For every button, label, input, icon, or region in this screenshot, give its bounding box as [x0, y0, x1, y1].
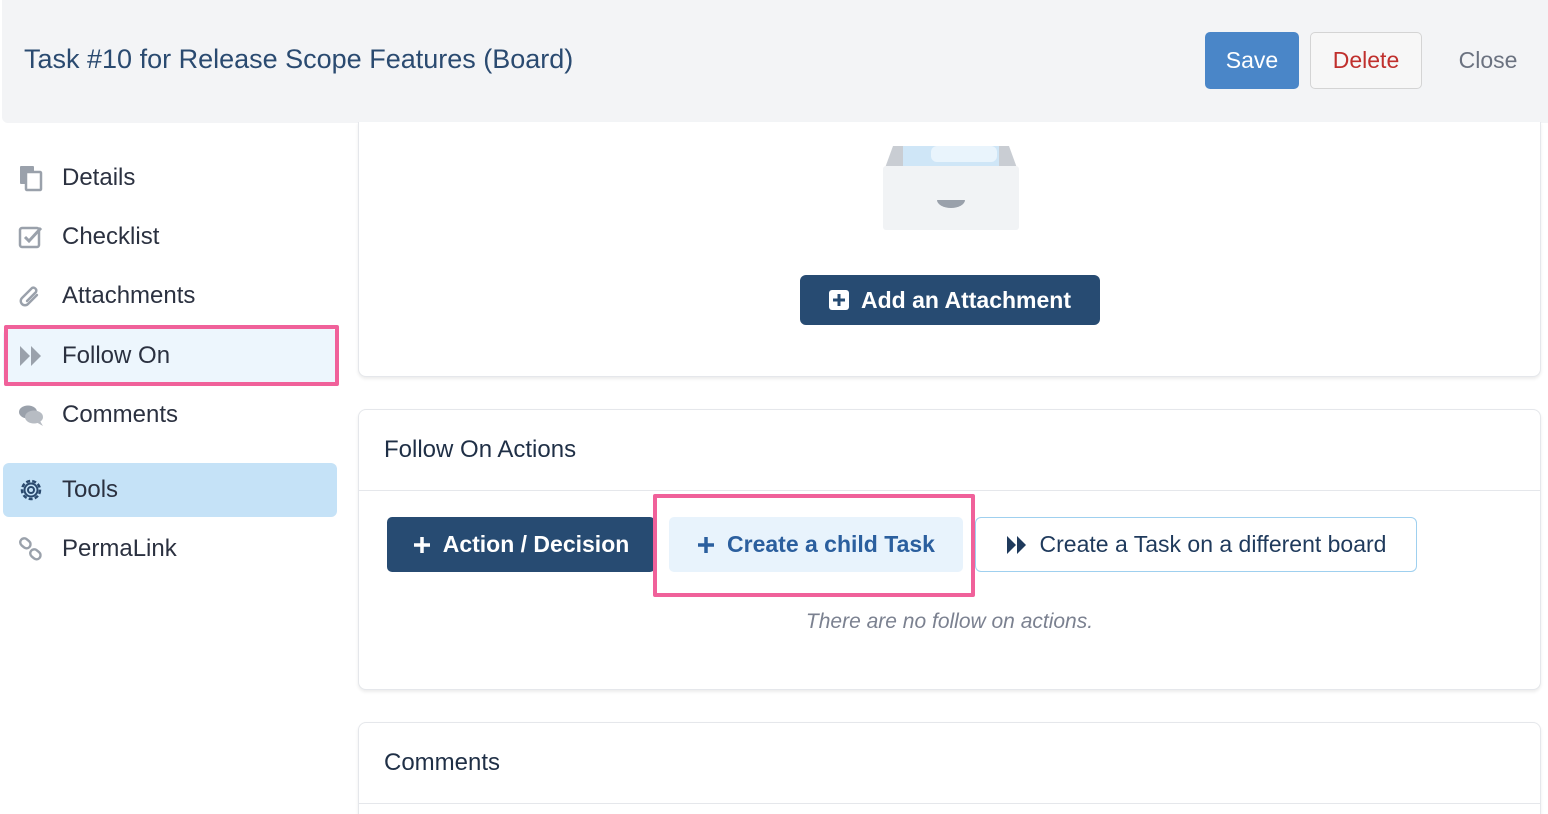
add-attachment-label: Add an Attachment: [861, 286, 1071, 313]
comments-title: Comments: [359, 723, 1540, 804]
sidebar-item-label: Checklist: [62, 223, 160, 250]
fast-forward-icon: [16, 341, 46, 371]
sidebar-item-label: Details: [62, 164, 136, 191]
create-task-other-board-button[interactable]: Create a Task on a different board: [975, 517, 1417, 572]
plus-square-icon: [829, 290, 849, 310]
sidebar-item-label: PermaLink: [62, 535, 177, 562]
add-attachment-button[interactable]: Add an Attachment: [800, 275, 1100, 325]
delete-button[interactable]: Delete: [1310, 32, 1422, 89]
action-decision-button[interactable]: Action / Decision: [387, 517, 655, 572]
sidebar-item-label: Comments: [62, 401, 179, 428]
create-child-task-label: Create a child Task: [727, 531, 935, 557]
follow-on-title: Follow On Actions: [359, 410, 1540, 491]
link-icon: [16, 534, 46, 564]
sidebar-item-permalink[interactable]: PermaLink: [3, 522, 337, 576]
attachments-card: Add an Attachment: [358, 122, 1541, 377]
sidebar-item-follow-on[interactable]: Follow On: [3, 329, 337, 383]
modal-header: Task #10 for Release Scope Features (Boa…: [2, 0, 1548, 123]
sidebar-item-label: Attachments: [62, 282, 196, 309]
sidebar-item-details[interactable]: Details: [3, 151, 337, 205]
action-decision-label: Action / Decision: [442, 531, 630, 557]
sidebar-item-checklist[interactable]: Checklist: [3, 210, 337, 264]
page-title: Task #10 for Release Scope Features (Boa…: [24, 44, 574, 74]
gear-icon: [16, 475, 46, 505]
paperclip-icon: [16, 281, 46, 311]
checkbox-icon: [16, 222, 46, 252]
plus-icon: [698, 536, 715, 553]
empty-follow-on-message: There are no follow on actions.: [805, 610, 1094, 633]
follow-on-card: Follow On Actions Action / Decision Crea…: [358, 409, 1541, 690]
comments-card: Comments: [358, 722, 1541, 814]
close-button[interactable]: Close: [1442, 32, 1534, 89]
create-task-other-board-label: Create a Task on a different board: [1039, 531, 1387, 557]
document-copy-icon: [16, 163, 46, 193]
empty-tray-icon: [883, 146, 1019, 230]
plus-icon: [413, 536, 430, 553]
sidebar-item-comments[interactable]: Comments: [3, 388, 337, 442]
sidebar-item-tools[interactable]: Tools: [3, 463, 337, 517]
sidebar-item-label: Follow On: [62, 342, 171, 369]
create-child-task-button[interactable]: Create a child Task: [669, 517, 963, 572]
fast-forward-icon: [1006, 535, 1026, 554]
chat-bubbles-icon: [16, 400, 46, 430]
sidebar-item-attachments[interactable]: Attachments: [3, 269, 337, 323]
save-button[interactable]: Save: [1205, 32, 1299, 89]
sidebar-item-label: Tools: [62, 476, 119, 503]
